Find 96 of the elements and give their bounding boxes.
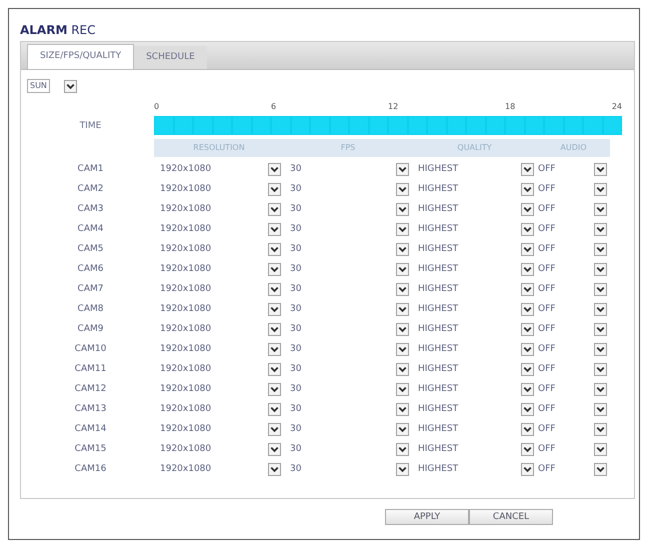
audio-dropdown[interactable]: OFF — [538, 244, 556, 254]
resolution-dropdown[interactable]: 1920x1080 — [160, 404, 212, 414]
resolution-dropdown[interactable]: 1920x1080 — [160, 464, 212, 474]
camera-label: CAM13 — [74, 403, 108, 416]
axis-tick-label: 12 — [388, 102, 398, 111]
fps-dropdown[interactable]: 30 — [290, 264, 302, 274]
audio-dropdown[interactable]: OFF — [538, 264, 556, 274]
audio-dropdown[interactable]: OFF — [538, 284, 556, 294]
axis-tick-label: 6 — [271, 102, 276, 111]
resolution-dropdown[interactable]: 1920x1080 — [160, 444, 212, 454]
fps-dropdown[interactable]: 30 — [290, 224, 302, 234]
camera-label: CAM5 — [76, 243, 104, 256]
fps-dropdown[interactable]: 30 — [290, 404, 302, 414]
fps-dropdown[interactable]: 30 — [290, 164, 302, 174]
camera-label: CAM16 — [74, 463, 108, 476]
audio-dropdown[interactable]: OFF — [538, 444, 556, 454]
camera-label: CAM4 — [76, 223, 104, 236]
audio-dropdown[interactable]: OFF — [538, 164, 556, 174]
fps-dropdown[interactable]: 30 — [290, 304, 302, 314]
time-label: TIME — [78, 120, 102, 130]
fps-dropdown[interactable]: 30 — [290, 244, 302, 254]
audio-dropdown[interactable]: OFF — [538, 324, 556, 334]
resolution-dropdown[interactable]: 1920x1080 — [160, 224, 212, 234]
quality-dropdown[interactable]: HIGHEST — [418, 404, 458, 414]
axis-tick-label: 18 — [505, 102, 516, 111]
fps-dropdown[interactable]: 30 — [290, 184, 302, 194]
column-header: QUALITY — [412, 139, 537, 157]
fps-dropdown[interactable]: 30 — [290, 364, 302, 374]
quality-dropdown[interactable]: HIGHEST — [418, 444, 458, 454]
quality-dropdown[interactable]: HIGHEST — [418, 244, 458, 254]
resolution-dropdown[interactable]: 1920x1080 — [160, 244, 212, 254]
tab[interactable]: SIZE/FPS/QUALITY — [27, 44, 134, 69]
column-header: FPS — [284, 139, 412, 157]
camera-label: CAM15 — [74, 443, 108, 456]
resolution-dropdown[interactable]: 1920x1080 — [160, 424, 212, 434]
camera-label: CAM6 — [76, 263, 104, 276]
fps-dropdown[interactable]: 30 — [290, 384, 302, 394]
audio-dropdown[interactable]: OFF — [538, 204, 556, 214]
resolution-dropdown[interactable]: 1920x1080 — [160, 284, 212, 294]
camera-label: CAM11 — [74, 363, 108, 376]
audio-dropdown[interactable]: OFF — [538, 224, 556, 234]
quality-dropdown[interactable]: HIGHEST — [418, 164, 458, 174]
audio-dropdown[interactable]: OFF — [538, 384, 556, 394]
column-header: AUDIO — [537, 139, 610, 157]
action-button[interactable]: APPLY — [385, 509, 469, 525]
tab[interactable]: SCHEDULE — [134, 46, 207, 69]
fps-dropdown[interactable]: 30 — [290, 284, 302, 294]
page-title: ALARM REC — [20, 23, 96, 39]
camera-label: CAM9 — [76, 323, 104, 336]
resolution-dropdown[interactable]: 1920x1080 — [160, 264, 212, 274]
audio-dropdown[interactable]: OFF — [538, 344, 556, 354]
quality-dropdown[interactable]: HIGHEST — [418, 344, 458, 354]
axis-tick-label: 0 — [154, 102, 160, 111]
axis-tick-label: 24 — [612, 102, 622, 111]
audio-dropdown[interactable]: OFF — [538, 464, 556, 474]
audio-dropdown[interactable]: OFF — [538, 304, 556, 314]
resolution-dropdown[interactable]: 1920x1080 — [160, 384, 212, 394]
day-dropdown[interactable]: SUN — [27, 79, 50, 93]
quality-dropdown[interactable]: HIGHEST — [418, 224, 458, 234]
fps-dropdown[interactable]: 30 — [290, 464, 302, 474]
fps-dropdown[interactable]: 30 — [290, 344, 302, 354]
resolution-dropdown[interactable]: 1920x1080 — [160, 344, 212, 354]
fps-dropdown[interactable]: 30 — [290, 444, 302, 454]
fps-dropdown[interactable]: 30 — [290, 324, 302, 334]
quality-dropdown[interactable]: HIGHEST — [418, 264, 458, 274]
resolution-dropdown[interactable]: 1920x1080 — [160, 364, 212, 374]
camera-label: CAM14 — [74, 423, 108, 436]
quality-dropdown[interactable]: HIGHEST — [418, 464, 458, 474]
quality-dropdown[interactable]: HIGHEST — [418, 364, 458, 374]
resolution-dropdown[interactable]: 1920x1080 — [160, 164, 212, 174]
fps-dropdown[interactable]: 30 — [290, 424, 302, 434]
audio-dropdown[interactable]: OFF — [538, 364, 556, 374]
quality-dropdown[interactable]: HIGHEST — [418, 204, 458, 214]
camera-label: CAM2 — [76, 183, 104, 196]
camera-label: CAM8 — [76, 303, 104, 316]
quality-dropdown[interactable]: HIGHEST — [418, 384, 458, 394]
camera-label: CAM3 — [76, 203, 104, 216]
resolution-dropdown[interactable]: 1920x1080 — [160, 324, 212, 334]
resolution-dropdown[interactable]: 1920x1080 — [160, 204, 212, 214]
audio-dropdown[interactable]: OFF — [538, 404, 556, 414]
fps-dropdown[interactable]: 30 — [290, 204, 302, 214]
quality-dropdown[interactable]: HIGHEST — [418, 184, 458, 194]
camera-label: CAM12 — [74, 383, 108, 396]
quality-dropdown[interactable]: HIGHEST — [418, 324, 458, 334]
column-header: RESOLUTION — [154, 139, 284, 157]
audio-dropdown[interactable]: OFF — [538, 184, 556, 194]
camera-label: CAM7 — [76, 283, 104, 296]
quality-dropdown[interactable]: HIGHEST — [418, 304, 458, 314]
camera-label: CAM1 — [76, 163, 104, 176]
action-button[interactable]: CANCEL — [469, 509, 553, 525]
quality-dropdown[interactable]: HIGHEST — [418, 284, 458, 294]
quality-dropdown[interactable]: HIGHEST — [418, 424, 458, 434]
audio-dropdown[interactable]: OFF — [538, 424, 556, 434]
resolution-dropdown[interactable]: 1920x1080 — [160, 304, 212, 314]
camera-label: CAM10 — [74, 343, 108, 356]
resolution-dropdown[interactable]: 1920x1080 — [160, 184, 212, 194]
